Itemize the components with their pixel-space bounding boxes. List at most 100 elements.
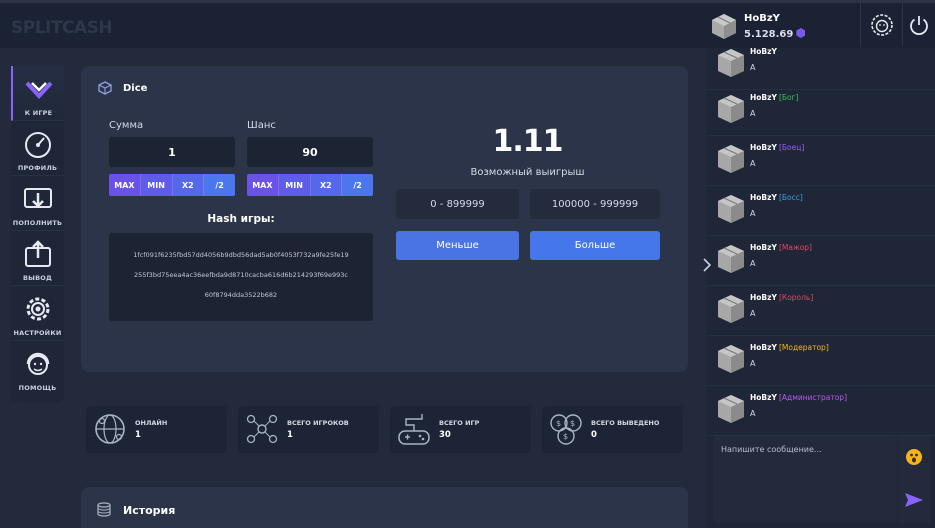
site-logo[interactable]: SPLITCASH	[11, 18, 113, 38]
chance-input[interactable]: 90	[247, 137, 373, 167]
gear-icon	[26, 297, 49, 321]
nav-item-settings[interactable]: НАСТРОЙКИ	[11, 286, 64, 341]
chat-author-name: HoBzY	[750, 293, 777, 302]
range-low: 0 - 899999	[396, 189, 519, 219]
chat-author-role: [Мажор]	[778, 243, 812, 252]
amount-quick-buttons: MAX MIN X2 /2	[109, 174, 235, 196]
nav-label: К ИГРЕ	[24, 109, 53, 117]
game-title: Dice	[123, 83, 148, 94]
range-high: 100000 - 999999	[530, 189, 660, 219]
chat-message-text: A	[750, 359, 756, 368]
chat-author-role: [Модератор]	[778, 343, 829, 352]
stat-total-games: ВСЕГО ИГР 30	[390, 406, 531, 453]
chat-message-input[interactable]: Напишите сообщение...	[713, 436, 897, 523]
crate-avatar-icon[interactable]	[716, 393, 746, 425]
send-icon[interactable]	[905, 493, 923, 507]
power-icon	[910, 16, 928, 36]
nav-item-profile[interactable]: ПРОФИЛЬ	[11, 121, 64, 176]
user-name: HoBzY	[744, 13, 780, 24]
chance-half-button[interactable]: /2	[342, 174, 373, 196]
user-balance: 5.128.69	[744, 28, 806, 40]
chat-message-text: A	[750, 63, 756, 72]
crate-avatar-icon[interactable]	[716, 93, 746, 125]
chat-author-name: HoBzY	[750, 243, 777, 252]
chat-author[interactable]: HoBzY [Король]	[750, 293, 813, 302]
possible-win-label: Возможный выигрыш	[470, 167, 585, 178]
chat-author-role: [Босс]	[778, 193, 803, 202]
chance-max-button[interactable]: MAX	[247, 174, 279, 196]
stat-online: ОНЛАЙН 1	[86, 406, 227, 453]
nav-label: ВЫВОД	[23, 274, 52, 282]
nav-item-withdraw[interactable]: ВЫВОД	[11, 231, 64, 286]
chat-author[interactable]: HoBzY [Модератор]	[750, 343, 829, 352]
amount-max-button[interactable]: MAX	[109, 174, 141, 196]
chat-message: HoBzY [Босс] A	[707, 186, 935, 236]
nav-label: ПРОФИЛЬ	[17, 164, 58, 172]
chat-author-name: HoBzY	[750, 93, 777, 102]
coin-icon	[796, 28, 806, 38]
chat-author[interactable]: HoBzY	[750, 47, 779, 56]
gamepad-icon	[398, 414, 430, 445]
chat-collapse-button[interactable]	[700, 252, 714, 278]
crate-avatar-icon[interactable]	[716, 193, 746, 225]
chat-author-name: HoBzY	[750, 343, 777, 352]
chat-author-name: HoBzY	[750, 393, 777, 402]
stat-label: ВСЕГО ИГР	[439, 419, 480, 427]
chat-author[interactable]: HoBzY [Босс]	[750, 193, 803, 202]
chat-author-role: [Бог]	[778, 93, 799, 102]
chat-author[interactable]: HoBzY [Мажор]	[750, 243, 812, 252]
crate-avatar-icon[interactable]	[716, 343, 746, 375]
side-navigation: К ИГРЕ ПРОФИЛЬ ПОПОЛНИТЬ ВЫВОД НАСТРОЙКИ…	[11, 66, 64, 403]
user-box[interactable]: HoBzY 5.128.69	[710, 8, 860, 42]
chat-author-name: HoBzY	[750, 47, 777, 56]
stat-label: ВСЕГО ИГРОКОВ	[287, 419, 349, 427]
support-icon	[26, 352, 49, 375]
amount-half-button[interactable]: /2	[204, 174, 235, 196]
nav-item-to-game[interactable]: К ИГРЕ	[11, 66, 64, 121]
chat-message: HoBzY [Король] A	[707, 286, 935, 336]
chat-author-role: [Администратор]	[778, 393, 847, 402]
user-balance-value: 5.128.69	[744, 29, 794, 40]
hash-line: 255f3bd75eea4ac36eefbda9d8710cacba616d6b…	[133, 271, 348, 279]
hash-title: Hash игры:	[207, 213, 275, 225]
hash-box: 1fcf091f6235fbd57dd4056b9dbd56dad5ab0f40…	[109, 233, 373, 321]
svg-text:$: $	[556, 419, 561, 428]
chance-label: Шанс	[247, 120, 276, 131]
emoji-button[interactable]	[906, 449, 922, 465]
nav-label: ПОМОЩЬ	[18, 384, 57, 392]
stat-label: ВСЕГО ВЫВЕДЕНО	[591, 419, 660, 427]
chance-x2-button[interactable]: X2	[310, 174, 343, 196]
crate-avatar-icon[interactable]	[716, 243, 746, 275]
amount-x2-button[interactable]: X2	[172, 174, 205, 196]
nav-item-help[interactable]: ПОМОЩЬ	[11, 341, 64, 396]
chance-min-button[interactable]: MIN	[278, 174, 311, 196]
chance-quick-buttons: MAX MIN X2 /2	[247, 174, 373, 196]
chat-author[interactable]: HoBzY [Боец]	[750, 143, 804, 152]
chat-message-text: A	[750, 209, 756, 218]
nav-item-deposit[interactable]: ПОПОЛНИТЬ	[11, 176, 64, 231]
history-card: История	[81, 487, 688, 528]
dice-icon	[98, 81, 112, 95]
chat-author-name: HoBzY	[750, 143, 777, 152]
chat-message: HoBzY [Модератор] A	[707, 336, 935, 386]
coin-stack-icon	[97, 502, 111, 517]
win-multiplier: 1.11	[492, 124, 563, 159]
amount-input[interactable]: 1	[109, 137, 235, 167]
chat-message-text: A	[750, 259, 756, 268]
nav-label: НАСТРОЙКИ	[13, 329, 62, 337]
stat-value: 0	[591, 430, 597, 440]
chat-author[interactable]: HoBzY [Бог]	[750, 93, 798, 102]
chevron-down-icon	[25, 81, 52, 99]
bet-less-button[interactable]: Меньше	[396, 231, 519, 260]
stat-value: 30	[439, 430, 451, 440]
crate-avatar-icon[interactable]	[716, 143, 746, 175]
chat-author[interactable]: HoBzY [Администратор]	[750, 393, 847, 402]
crate-avatar-icon[interactable]	[716, 47, 746, 79]
stat-label: ОНЛАЙН	[135, 419, 168, 427]
chat-message: HoBzY [Мажор] A	[707, 236, 935, 286]
amount-min-button[interactable]: MIN	[140, 174, 173, 196]
chat-message: HoBzY [Бог] A	[707, 86, 935, 136]
bet-more-button[interactable]: Больше	[530, 231, 660, 260]
chat-message-text: A	[750, 409, 756, 418]
crate-avatar-icon[interactable]	[716, 293, 746, 325]
